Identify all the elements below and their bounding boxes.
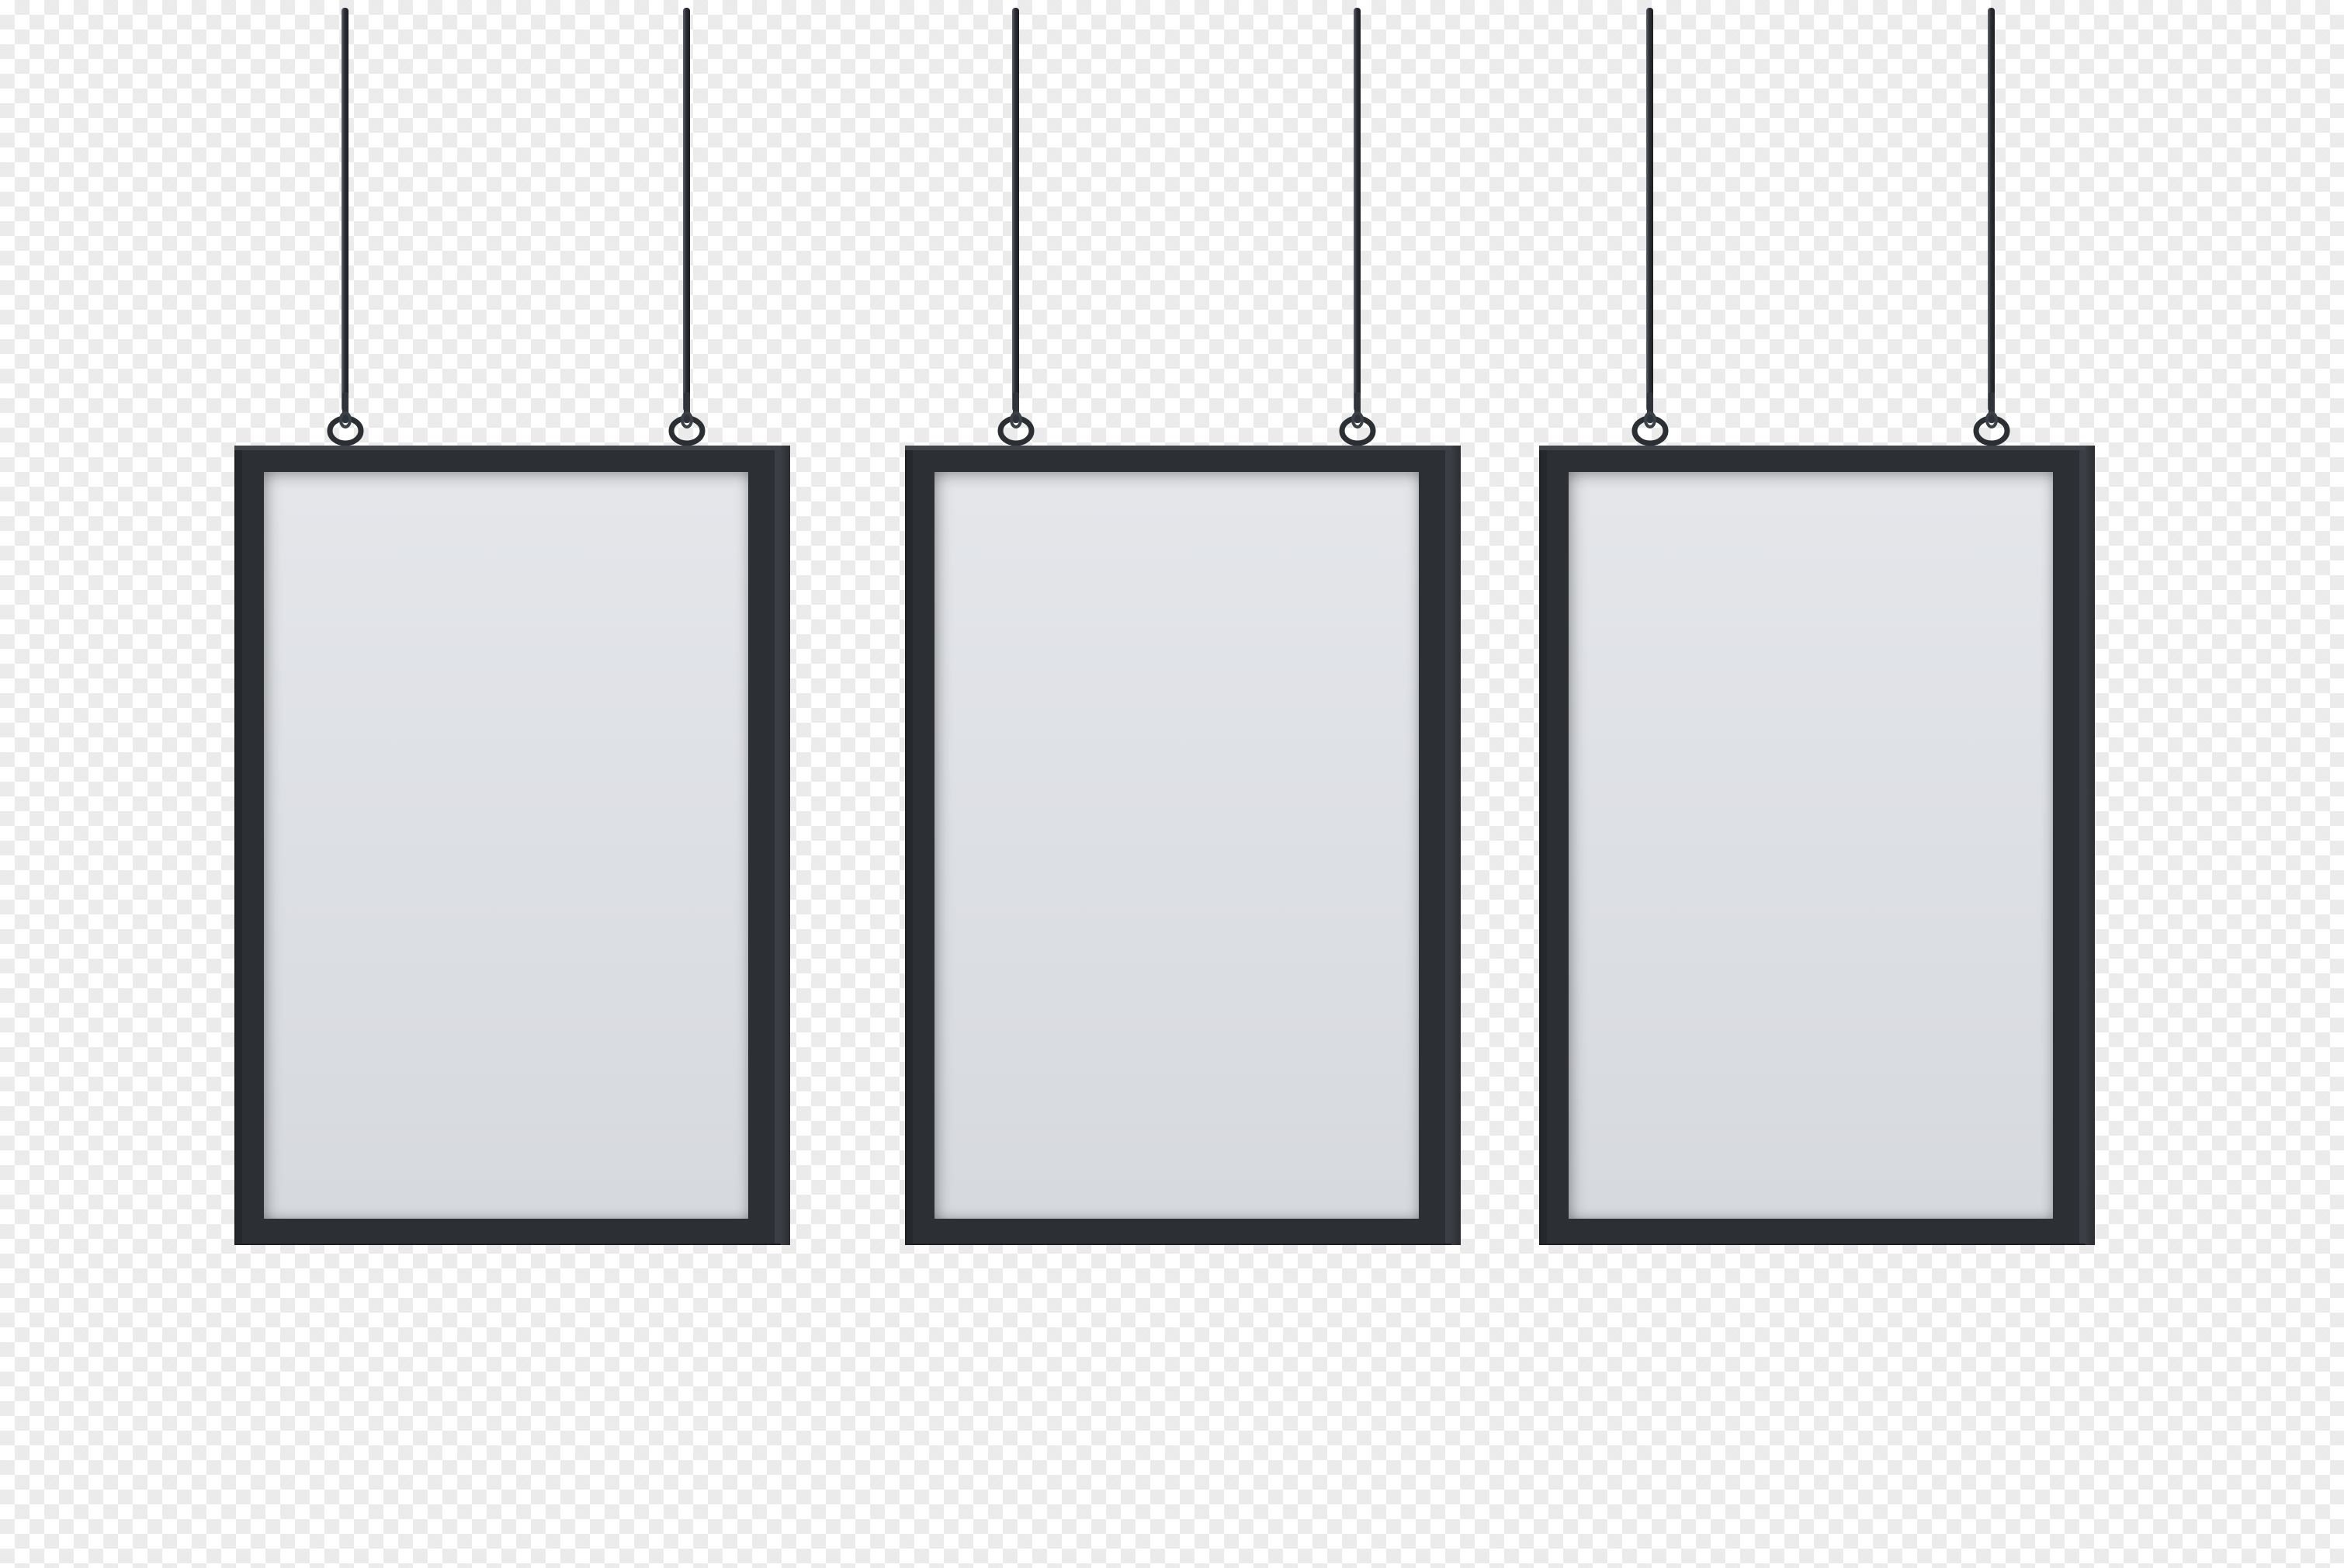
blank-poster xyxy=(934,472,1419,1219)
frame-bevel xyxy=(234,446,782,450)
frame-side xyxy=(781,446,790,1245)
blank-poster xyxy=(264,472,748,1219)
suspension-cable-left xyxy=(1646,8,1653,411)
poster-frame xyxy=(905,446,1461,1245)
hanging-frame-2 xyxy=(905,0,1461,1250)
ring-hook-icon xyxy=(997,392,1035,446)
suspension-cable-right xyxy=(683,8,690,411)
ring-hook-icon xyxy=(1339,392,1376,446)
poster-frame xyxy=(1539,446,2095,1245)
ring-hook-icon xyxy=(1973,392,2010,446)
frame-side xyxy=(2086,446,2095,1245)
suspension-cable-left xyxy=(1012,8,1019,411)
frame-bevel xyxy=(905,446,1453,450)
hanging-frame-1 xyxy=(234,0,790,1250)
frame-bevel xyxy=(1539,446,2087,450)
ring-hook-icon xyxy=(327,392,364,446)
suspension-cable-right xyxy=(1988,8,1995,411)
suspension-cable-left xyxy=(342,8,348,411)
hanging-frame-3 xyxy=(1539,0,2095,1250)
poster-frame xyxy=(234,446,790,1245)
suspension-cable-right xyxy=(1354,8,1361,411)
frame-side xyxy=(1451,446,1461,1245)
ring-hook-icon xyxy=(668,392,706,446)
ring-hook-icon xyxy=(1631,392,1669,446)
blank-poster xyxy=(1569,472,2053,1219)
mockup-canvas xyxy=(0,0,2344,1568)
